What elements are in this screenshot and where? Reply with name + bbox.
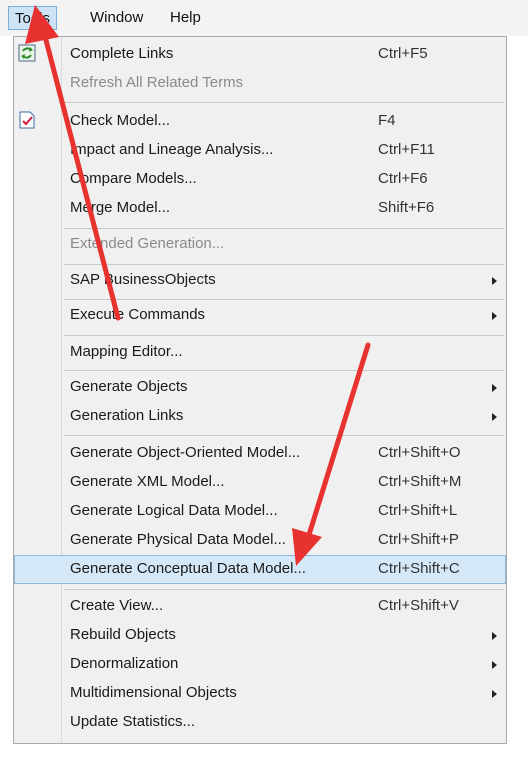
annotation-arrow-to-conceptual (292, 342, 371, 566)
annotation-arrows (25, 5, 371, 566)
annotation-arrow-to-tools (25, 5, 121, 321)
